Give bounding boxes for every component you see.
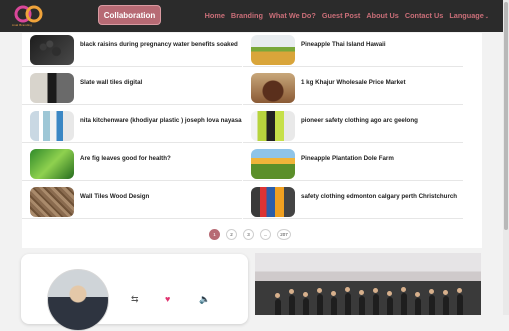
article-title[interactable]: Pineapple Plantation Dole Farm: [301, 155, 471, 163]
article-title[interactable]: 1 kg Khajur Wholesale Price Market: [301, 79, 471, 87]
list-item[interactable]: Wall Tiles Wood Design: [22, 185, 242, 219]
page-1-button[interactable]: 1: [209, 229, 220, 240]
pagination: 1 2 3 ... 207: [209, 229, 291, 240]
scrollbar-thumb[interactable]: [504, 2, 508, 230]
logo-text: Anal Branding: [11, 23, 33, 27]
article-title[interactable]: black raisins during pregnancy water ben…: [80, 41, 250, 49]
article-thumbnail[interactable]: [251, 111, 295, 141]
photo-face: [331, 291, 336, 296]
article-thumbnail[interactable]: [30, 35, 74, 65]
photo-face: [317, 288, 322, 293]
main-nav: Home Branding What We Do? Guest Post Abo…: [205, 11, 489, 20]
list-item[interactable]: safety clothing edmonton calgary perth C…: [243, 185, 463, 219]
nav-language[interactable]: Language⌄: [449, 11, 489, 20]
list-item[interactable]: Are fig leaves good for health?: [22, 147, 242, 181]
article-thumbnail[interactable]: [30, 187, 74, 217]
nav-branding[interactable]: Branding: [231, 11, 263, 20]
page-3-button[interactable]: 3: [243, 229, 254, 240]
article-title[interactable]: safety clothing edmonton calgary perth C…: [301, 193, 471, 201]
article-title[interactable]: Pineapple Thai Island Hawaii: [301, 41, 471, 49]
photo-figure: [275, 299, 281, 315]
volume-icon[interactable]: 🔈: [199, 294, 210, 305]
chevron-down-icon: ⌄: [484, 14, 489, 20]
list-item[interactable]: 1 kg Khajur Wholesale Price Market: [243, 71, 463, 105]
photo-face: [387, 291, 392, 296]
photo-figure: [457, 294, 463, 315]
photo-face: [443, 290, 448, 295]
photo-figure: [345, 293, 351, 315]
page-scrollbar[interactable]: [503, 0, 509, 315]
nav-what-we-do[interactable]: What We Do?: [269, 11, 316, 20]
article-thumbnail[interactable]: [251, 73, 295, 103]
photo-figure: [289, 295, 295, 315]
list-item[interactable]: pioneer safety clothing ago arc geelong: [243, 109, 463, 143]
photo-figure: [387, 297, 393, 315]
nav-language-label: Language: [449, 11, 484, 20]
article-title[interactable]: Wall Tiles Wood Design: [80, 193, 250, 201]
photo-face: [345, 287, 350, 292]
heart-icon[interactable]: ♥: [165, 294, 170, 304]
article-thumbnail[interactable]: [30, 111, 74, 141]
article-thumbnail[interactable]: [30, 149, 74, 179]
photo-figure: [429, 295, 435, 315]
page-ellipsis: ...: [260, 229, 271, 240]
article-thumbnail[interactable]: [251, 149, 295, 179]
list-item[interactable]: Pineapple Thai Island Hawaii: [243, 33, 463, 67]
list-item[interactable]: Pineapple Plantation Dole Farm: [243, 147, 463, 181]
photo-face: [275, 293, 280, 298]
page-last-button[interactable]: 207: [277, 229, 291, 240]
avatar: [47, 269, 109, 331]
nav-home[interactable]: Home: [205, 11, 225, 20]
photo-face: [373, 288, 378, 293]
photo-face: [457, 288, 462, 293]
article-thumbnail[interactable]: [30, 73, 74, 103]
photo-figure: [331, 297, 337, 315]
group-photo: [255, 253, 481, 315]
photo-face: [415, 292, 420, 297]
nav-contact-us[interactable]: Contact Us: [405, 11, 444, 20]
photo-face: [359, 290, 364, 295]
article-list: black raisins during pregnancy water ben…: [22, 33, 482, 248]
photo-figure: [443, 296, 449, 315]
article-thumbnail[interactable]: [251, 187, 295, 217]
page-2-button[interactable]: 2: [226, 229, 237, 240]
audio-player-card: ⇆ ♥ 🔈: [21, 254, 248, 331]
photo-figure: [317, 294, 323, 315]
photo-figure: [401, 293, 407, 315]
list-item[interactable]: black raisins during pregnancy water ben…: [22, 33, 242, 67]
photo-face: [401, 287, 406, 292]
photo-figure: [303, 298, 309, 315]
photo-face: [303, 292, 308, 297]
photo-figure: [359, 296, 365, 315]
photo-figure: [373, 294, 379, 315]
photo-face: [429, 289, 434, 294]
article-thumbnail[interactable]: [251, 35, 295, 65]
photo-figure: [415, 298, 421, 315]
site-header: Anal Branding Collaboration Home Brandin…: [0, 0, 509, 32]
list-item[interactable]: Slate wall tiles digital: [22, 71, 242, 105]
nav-guest-post[interactable]: Guest Post: [322, 11, 361, 20]
collaboration-button[interactable]: Collaboration: [98, 5, 161, 25]
nav-about-us[interactable]: About Us: [366, 11, 398, 20]
logo-icon: [14, 5, 43, 23]
article-title[interactable]: Slate wall tiles digital: [80, 79, 250, 87]
photo-face: [289, 289, 294, 294]
article-title[interactable]: pioneer safety clothing ago arc geelong: [301, 117, 471, 125]
article-title[interactable]: nita kitchenware (khodiyar plastic ) jos…: [80, 117, 250, 125]
list-item[interactable]: nita kitchenware (khodiyar plastic ) jos…: [22, 109, 242, 143]
article-title[interactable]: Are fig leaves good for health?: [80, 155, 250, 163]
repeat-icon[interactable]: ⇆: [131, 294, 139, 305]
